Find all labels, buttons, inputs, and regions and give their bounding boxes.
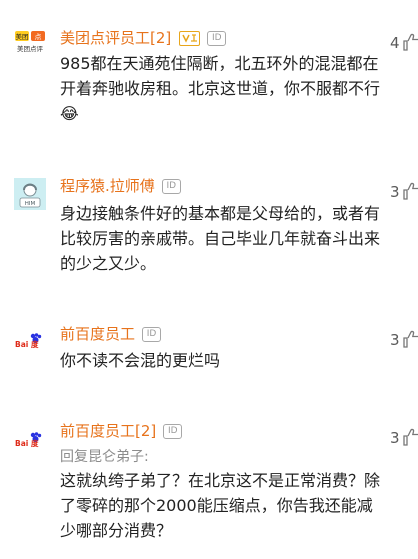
avatar-programmer[interactable]: HIM (14, 178, 46, 210)
comment-header: 前百度员工 ID (60, 323, 162, 345)
comment-item: Bai 度 前百度员工[2] ID 3 回复昆仑弟子: 这就纨绔子弟了？在北京这… (0, 410, 418, 559)
thumbs-up-icon[interactable] (403, 33, 418, 51)
thumbs-up-icon[interactable] (403, 330, 418, 348)
comment-header: 前百度员工[2] ID (60, 420, 183, 442)
comment-text: 这就纨绔子弟了？在北京这不是正常消费？除了零碎的那个2000能压缩点，你告我还能… (60, 471, 381, 540)
thumbs-up-icon[interactable] (403, 182, 418, 200)
avatar-meituan[interactable]: 美团 点 美团点评 (14, 26, 46, 58)
comment-text: 985都在天通苑住隔断，北五环外的混混都在开着奔驰收房租。北京这世道，你不服都不… (60, 54, 381, 123)
avatar-text: Bai 度 (15, 438, 39, 448)
avatar-text: Bai 度 (15, 339, 39, 349)
comment-text: 身边接触条件好的基本都是父母给的，或者有比较厉害的亲戚带。自己毕业几年就奋斗出来… (60, 204, 381, 273)
comment-item: 美团 点 美团点评 美团点评员工[2] ID 4 985都在天通苑住隔断，北五环… (0, 0, 418, 150)
avatar-baidu[interactable]: Bai 度 (14, 425, 46, 457)
author-name[interactable]: 程序猿.拉师傅 (60, 175, 155, 197)
thumbs-up-icon[interactable] (403, 428, 418, 446)
comment-header: 程序猿.拉师傅 ID (60, 175, 181, 197)
id-badge: ID (142, 326, 162, 342)
reply-to-label[interactable]: 回复昆仑弟子: (60, 448, 149, 466)
like-count: 3 (390, 331, 400, 349)
avatar-text: 美团 (16, 32, 29, 41)
comment-header: 美团点评员工[2] ID (60, 27, 227, 49)
avatar-text: 点 (35, 33, 42, 41)
author-name[interactable]: 美团点评员工[2] (60, 27, 171, 49)
comment-item: HIM 程序猿.拉师傅 ID 3 身边接触条件好的基本都是父母给的，或者有比较厉… (0, 160, 418, 310)
like-count: 3 (390, 183, 400, 201)
avatar-text: HIM (25, 201, 36, 207)
like-count: 3 (390, 429, 400, 447)
comment-text: 你不读不会混的更烂吗 (60, 351, 221, 370)
author-name[interactable]: 前百度员工[2] (60, 420, 156, 442)
id-badge: ID (163, 423, 183, 439)
avatar-text: 美团点评 (17, 44, 44, 53)
id-badge: ID (207, 30, 227, 46)
avatar-baidu[interactable]: Bai 度 (14, 326, 46, 358)
like-count: 4 (390, 34, 400, 52)
id-badge: ID (161, 178, 181, 194)
vip-badge-icon (179, 30, 201, 46)
comment-item: Bai 度 前百度员工 ID 3 你不读不会混的更烂吗 (0, 312, 418, 402)
author-name[interactable]: 前百度员工 (60, 323, 135, 345)
